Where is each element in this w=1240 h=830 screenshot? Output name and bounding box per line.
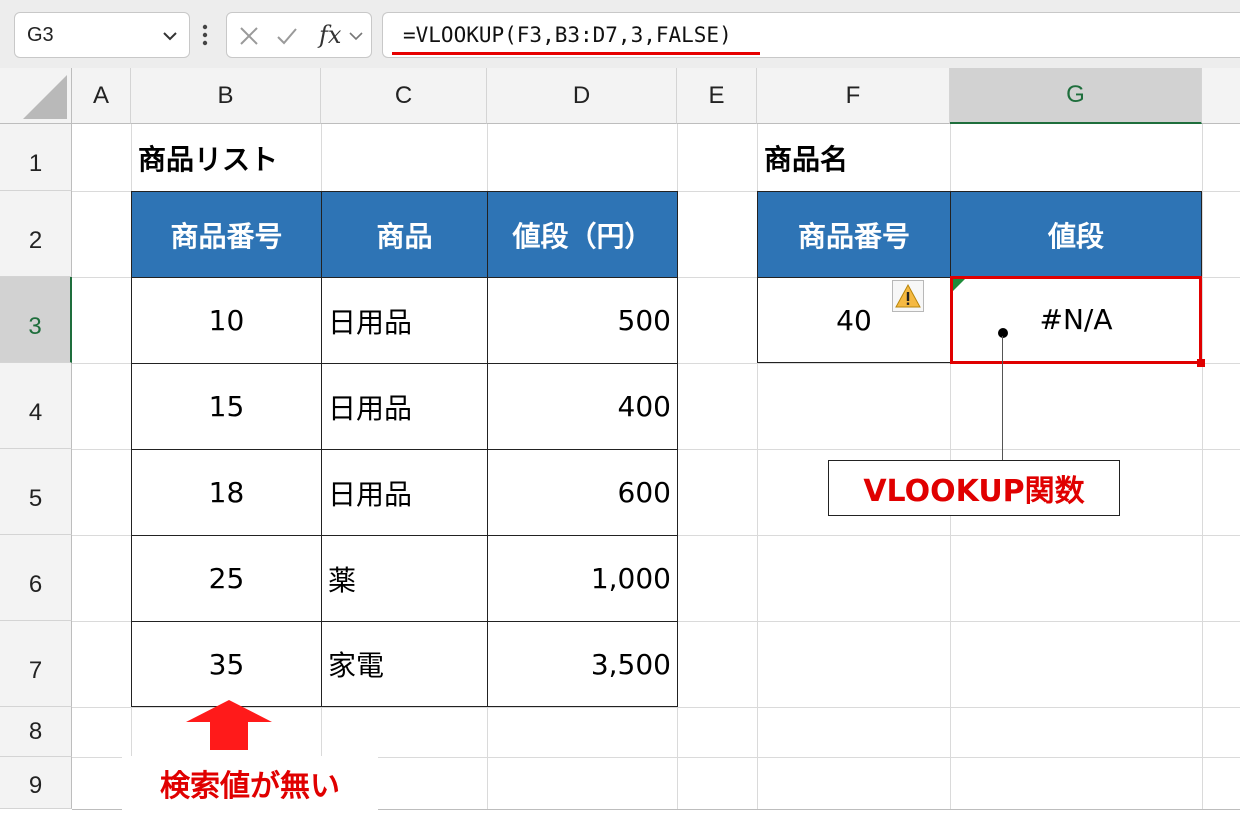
row-header-5[interactable]: 5 xyxy=(0,449,72,535)
column-header-e[interactable]: E xyxy=(677,68,757,124)
row-header-3[interactable]: 3 xyxy=(0,277,72,363)
column-header-c[interactable]: C xyxy=(321,68,487,124)
warning-icon xyxy=(895,283,921,308)
cell-c5[interactable]: 日用品 xyxy=(321,449,488,536)
row-header-9[interactable]: 9 xyxy=(0,757,72,809)
header-product-number[interactable]: 商品番号 xyxy=(131,191,322,278)
column-header-a[interactable]: A xyxy=(72,68,131,124)
select-all-corner[interactable] xyxy=(0,68,72,124)
name-box-value: G3 xyxy=(27,24,54,46)
column-header-extra xyxy=(1202,68,1240,124)
column-header-f[interactable]: F xyxy=(757,68,950,124)
cell-b6[interactable]: 25 xyxy=(131,535,322,622)
active-cell-border xyxy=(950,276,1202,364)
cell-d6[interactable]: 1,000 xyxy=(487,535,678,622)
name-box[interactable]: G3 xyxy=(14,12,190,58)
leader-dot xyxy=(998,328,1008,338)
chevron-down-icon[interactable] xyxy=(161,27,179,45)
cell-c3[interactable]: 日用品 xyxy=(321,277,488,364)
header-product[interactable]: 商品 xyxy=(321,191,488,278)
formula-bar: G3 fx =VLOOKUP(F3,B3:D7,3,FALSE) xyxy=(0,0,1240,68)
check-icon[interactable] xyxy=(275,24,299,48)
cell-d7[interactable]: 3,500 xyxy=(487,621,678,707)
lookup-header-product-number[interactable]: 商品番号 xyxy=(757,191,951,278)
header-price[interactable]: 値段（円） xyxy=(487,191,678,278)
x-icon[interactable] xyxy=(237,24,261,48)
cell-c6[interactable]: 薬 xyxy=(321,535,488,622)
up-arrow-icon xyxy=(186,700,272,750)
cell-c4[interactable]: 日用品 xyxy=(321,363,488,450)
column-header-d[interactable]: D xyxy=(487,68,677,124)
row-header-8[interactable]: 8 xyxy=(0,707,72,757)
cell-c7[interactable]: 家電 xyxy=(321,621,488,707)
formula-controls: fx xyxy=(226,12,372,58)
formula-text: =VLOOKUP(F3,B3:D7,3,FALSE) xyxy=(403,23,732,47)
cell-d3[interactable]: 500 xyxy=(487,277,678,364)
row-header-2[interactable]: 2 xyxy=(0,191,72,277)
column-header-g[interactable]: G xyxy=(950,68,1202,124)
column-header-b[interactable]: B xyxy=(131,68,321,124)
product-list-title: 商品リスト xyxy=(138,143,279,176)
no-match-note: 検索値が無い xyxy=(122,756,378,810)
vlookup-callout: VLOOKUP関数 xyxy=(828,460,1120,516)
cell-d4[interactable]: 400 xyxy=(487,363,678,450)
select-all-triangle-icon xyxy=(23,75,67,119)
cell-d5[interactable]: 600 xyxy=(487,449,678,536)
cell-b7[interactable]: 35 xyxy=(131,621,322,707)
vertical-dots-icon[interactable] xyxy=(198,20,212,50)
chevron-down-icon[interactable] xyxy=(347,24,365,48)
formula-underline xyxy=(392,52,760,55)
cell-b4[interactable]: 15 xyxy=(131,363,322,450)
cell-b3[interactable]: 10 xyxy=(131,277,322,364)
fill-handle[interactable] xyxy=(1197,359,1205,367)
row-header-1[interactable]: 1 xyxy=(0,124,72,191)
row-header-6[interactable]: 6 xyxy=(0,535,72,621)
lookup-title: 商品名 xyxy=(764,143,849,176)
fx-icon[interactable]: fx xyxy=(319,21,341,49)
error-indicator-triangle-icon xyxy=(953,279,965,291)
cell-b5[interactable]: 18 xyxy=(131,449,322,536)
row-header-4[interactable]: 4 xyxy=(0,363,72,449)
lookup-header-price[interactable]: 値段 xyxy=(950,191,1202,278)
error-warning-button[interactable] xyxy=(892,280,924,312)
row-header-7[interactable]: 7 xyxy=(0,621,72,707)
leader-line xyxy=(1002,336,1003,460)
